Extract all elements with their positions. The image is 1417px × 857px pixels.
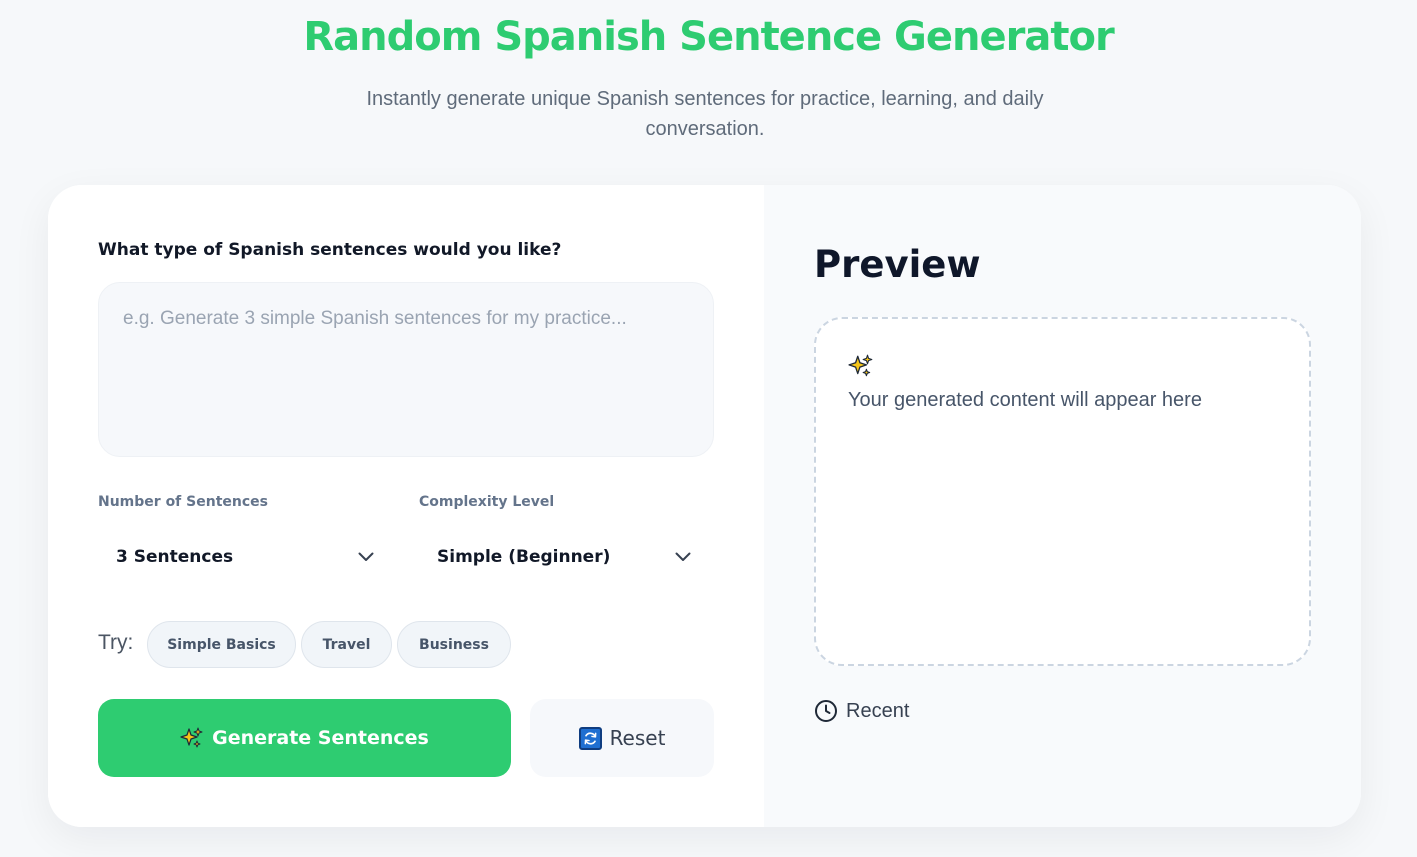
generate-button-label: Generate Sentences <box>212 727 429 749</box>
recent-toggle[interactable]: Recent <box>814 699 909 723</box>
chip-simple-basics[interactable]: Simple Basics <box>147 621 296 668</box>
sentence-count-label: Number of Sentences <box>98 494 268 510</box>
sentence-count-select[interactable]: 3 Sentences <box>116 537 374 577</box>
prompt-input[interactable] <box>98 282 714 457</box>
complexity-label: Complexity Level <box>419 494 555 510</box>
chip-business[interactable]: Business <box>397 621 511 668</box>
reset-button-label: Reset <box>609 726 666 750</box>
page-title: Random Spanish Sentence Generator <box>303 14 1114 60</box>
preview-title: Preview <box>814 243 981 286</box>
try-label: Try: <box>98 631 134 654</box>
chip-travel[interactable]: Travel <box>301 621 392 668</box>
preview-output: Your generated content will appear here <box>814 317 1311 666</box>
generator-card: What type of Spanish sentences would you… <box>48 185 1361 827</box>
refresh-icon <box>578 726 602 750</box>
clock-icon <box>815 700 837 722</box>
chevron-down-icon <box>675 552 691 561</box>
page-subtitle: Instantly generate unique Spanish senten… <box>366 88 1044 140</box>
preview-panel: Preview Your generated content will appe… <box>764 185 1361 827</box>
sentence-count-value: 3 Sentences <box>116 547 234 567</box>
recent-label: Recent <box>846 699 910 722</box>
reset-button[interactable]: Reset <box>530 699 714 777</box>
complexity-select[interactable]: Simple (Beginner) <box>437 537 691 577</box>
sparkles-icon <box>848 354 873 377</box>
preview-empty-text: Your generated content will appear here <box>848 389 1202 411</box>
chevron-down-icon <box>358 552 374 561</box>
generate-button[interactable]: Generate Sentences <box>98 699 511 777</box>
input-panel: What type of Spanish sentences would you… <box>48 185 764 827</box>
complexity-value: Simple (Beginner) <box>437 547 611 567</box>
prompt-label: What type of Spanish sentences would you… <box>98 240 562 260</box>
sparkles-icon <box>180 727 203 748</box>
